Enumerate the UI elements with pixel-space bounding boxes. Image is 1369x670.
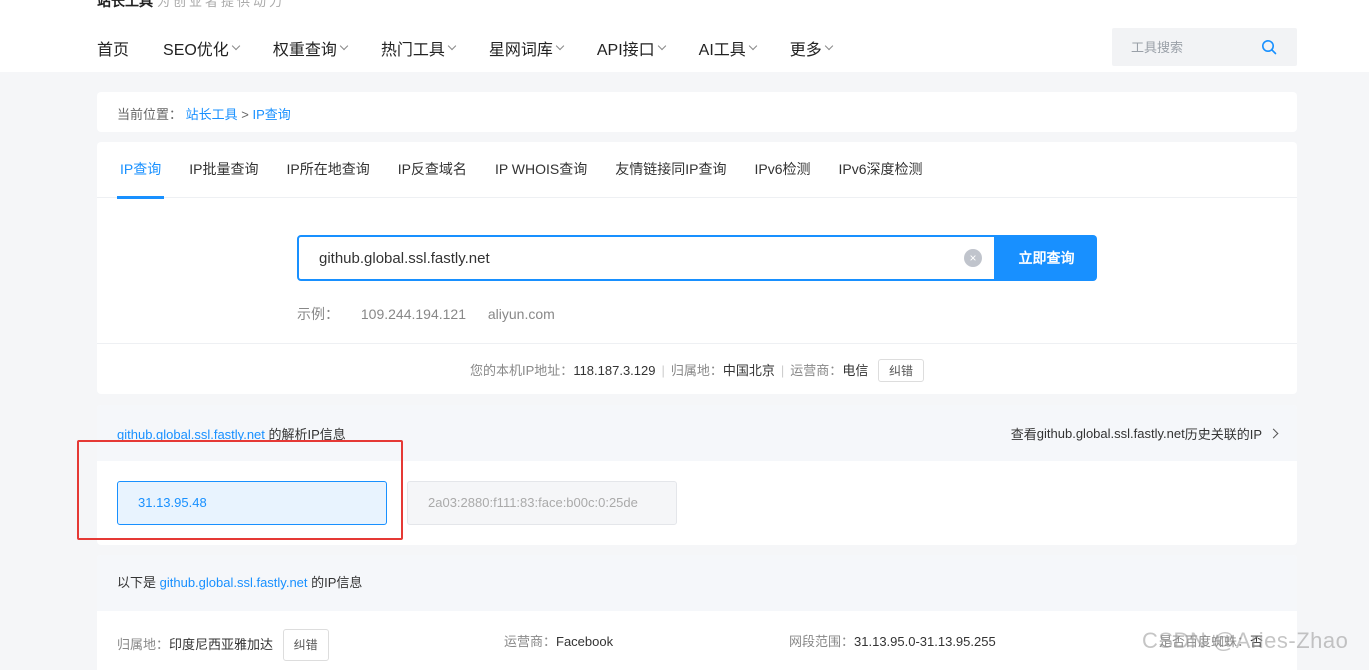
tab-ipv6-check[interactable]: IPv6检测 xyxy=(751,142,813,198)
separator: | xyxy=(661,363,665,378)
tab-ip-location[interactable]: IP所在地查询 xyxy=(283,142,372,198)
brand-name[interactable]: 站长工具 xyxy=(97,0,153,9)
chevron-down-icon xyxy=(231,41,241,51)
nav-item-more[interactable]: 更多 xyxy=(789,36,834,60)
site-brand[interactable]: 站长工具 为创业者提供动力 xyxy=(97,0,285,11)
info-isp-label: 运营商： xyxy=(504,634,557,649)
local-isp-label: 运营商： xyxy=(790,363,843,378)
nav-label: API接口 xyxy=(596,42,655,59)
tab-ipv6-deep-check[interactable]: IPv6深度检测 xyxy=(836,142,926,198)
breadcrumb-current[interactable]: IP查询 xyxy=(253,107,291,122)
example-row: 示例： 109.244.194.121 aliyun.com xyxy=(297,304,555,324)
local-region-value: 中国北京 xyxy=(722,363,775,378)
info-region-value: 印度尼西亚雅加达 xyxy=(169,637,274,652)
tab-ip-query[interactable]: IP查询 xyxy=(117,142,165,199)
ip-info-header: 以下是 github.global.ssl.fastly.net 的IP信息 xyxy=(97,555,1297,611)
tab-friend-link-ip[interactable]: 友情链接同IP查询 xyxy=(612,142,729,198)
chevron-down-icon xyxy=(657,41,666,51)
nav-label: 权重查询 xyxy=(272,42,337,59)
ip-info-panel: 以下是 github.global.ssl.fastly.net 的IP信息 归… xyxy=(97,555,1297,670)
breadcrumb-separator: > xyxy=(241,107,249,122)
info-isp: 运营商：Facebook xyxy=(504,629,613,655)
local-ip-value: 118.187.3.129 xyxy=(573,363,656,378)
info-range-value: 31.13.95.0-31.13.95.255 xyxy=(854,634,996,649)
history-ip-link[interactable]: 查看 github.global.ssl.fastly.net 历史关联的IP xyxy=(1010,424,1279,443)
highlight-annotation-box xyxy=(77,440,403,540)
local-region-label: 归属地： xyxy=(670,363,723,378)
tool-search-input[interactable] xyxy=(1112,28,1242,66)
nav-label: 首页 xyxy=(97,42,130,59)
nav-item-home[interactable]: 首页 xyxy=(97,36,129,60)
chevron-down-icon xyxy=(748,41,758,51)
ip-info-row: 归属地：印度尼西亚雅加达 纠错 运营商：Facebook 网段范围：31.13.… xyxy=(97,629,1297,661)
tool-tabs: IP查询 IP批量查询 IP所在地查询 IP反查域名 IP WHOIS查询 友情… xyxy=(97,142,1297,199)
chevron-down-icon xyxy=(339,41,349,51)
top-header: 站长工具 为创业者提供动力 首页 SEO优化 权重查询 热门工具 星网词库 API… xyxy=(0,0,1369,72)
nav-item-api[interactable]: API接口 xyxy=(596,36,666,60)
info-domain-link[interactable]: github.global.ssl.fastly.net xyxy=(160,575,308,590)
chevron-down-icon xyxy=(447,41,457,51)
nav-item-weight[interactable]: 权重查询 xyxy=(272,36,349,60)
brand-slogan: 为创业者提供动力 xyxy=(157,0,286,9)
example-label: 示例： xyxy=(297,306,339,322)
search-icon[interactable] xyxy=(1261,39,1277,55)
nav-label: AI工具 xyxy=(698,42,746,59)
nav-item-hot-tools[interactable]: 热门工具 xyxy=(380,36,457,60)
example-ip-link[interactable]: 109.244.194.121 xyxy=(361,306,466,322)
chevron-right-icon xyxy=(1268,428,1279,438)
info-suffix: 的IP信息 xyxy=(307,575,363,590)
tab-ip-batch[interactable]: IP批量查询 xyxy=(186,142,261,198)
breadcrumb-root-link[interactable]: 站长工具 xyxy=(186,107,238,122)
watermark: CSDN @Aries-Zhao xyxy=(1142,628,1349,653)
tab-ip-reverse[interactable]: IP反查域名 xyxy=(395,142,470,198)
query-input[interactable] xyxy=(299,237,939,279)
local-isp-value: 电信 xyxy=(842,363,869,378)
info-fix-button[interactable]: 纠错 xyxy=(282,629,329,661)
nav-label: 热门工具 xyxy=(380,42,445,59)
breadcrumb: 当前位置： 站长工具 > IP查询 xyxy=(97,92,1297,132)
info-isp-value: Facebook xyxy=(556,634,614,649)
info-range: 网段范围：31.13.95.0-31.13.95.255 xyxy=(789,629,996,655)
history-domain: github.global.ssl.fastly.net xyxy=(1036,425,1185,441)
info-range-label: 网段范围： xyxy=(789,634,855,649)
local-ip-label: 您的本机IP地址： xyxy=(470,363,574,378)
main-nav: 首页 SEO优化 权重查询 热门工具 星网词库 API接口 AI工具 更多 xyxy=(97,36,866,60)
info-region-label: 归属地： xyxy=(117,637,170,652)
clear-icon[interactable]: × xyxy=(964,249,982,267)
nav-label: 星网词库 xyxy=(488,42,553,59)
nav-item-seo[interactable]: SEO优化 xyxy=(163,36,241,60)
history-prefix: 查看 xyxy=(1010,426,1037,442)
nav-label: SEO优化 xyxy=(163,42,229,59)
chevron-down-icon xyxy=(555,41,565,51)
tool-search xyxy=(1112,28,1297,66)
local-fix-button[interactable]: 纠错 xyxy=(877,359,924,382)
nav-label: 更多 xyxy=(789,42,822,59)
local-ip-info: 您的本机IP地址：118.187.3.129 | 归属地：中国北京 | 运营商：电信 纠… xyxy=(97,359,1297,382)
breadcrumb-prefix: 当前位置： xyxy=(117,107,183,122)
info-prefix: 以下是 xyxy=(117,575,160,590)
nav-item-ai-tools[interactable]: AI工具 xyxy=(698,36,758,60)
ip-query-panel: IP查询 IP批量查询 IP所在地查询 IP反查域名 IP WHOIS查询 友情… xyxy=(97,142,1297,394)
chevron-down-icon xyxy=(824,41,834,51)
history-suffix: 历史关联的IP xyxy=(1184,426,1262,442)
separator: | xyxy=(780,363,785,378)
query-box: × xyxy=(297,235,996,281)
example-domain-link[interactable]: aliyun.com xyxy=(488,306,555,322)
info-region: 归属地：印度尼西亚雅加达 纠错 xyxy=(117,629,329,661)
resolved-ip-ipv6[interactable]: 2a03:2880:f111:83:face:b00c:0:25de xyxy=(407,481,677,525)
tab-ip-whois[interactable]: IP WHOIS查询 xyxy=(492,142,590,198)
divider xyxy=(97,343,1297,344)
query-button[interactable]: 立即查询 xyxy=(996,235,1097,281)
nav-item-keywords[interactable]: 星网词库 xyxy=(488,36,565,60)
